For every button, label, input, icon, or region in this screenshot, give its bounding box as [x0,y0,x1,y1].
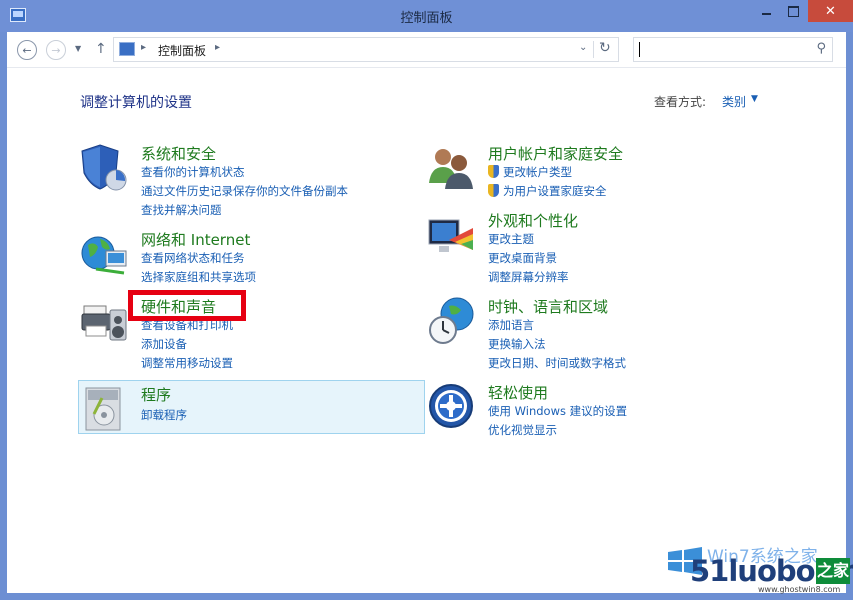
link-label[interactable]: 更改帐户类型 [503,165,572,179]
forward-button[interactable]: → [46,40,66,60]
link-screen-resolution[interactable]: 调整屏幕分辨率 [488,269,569,285]
address-divider [593,41,594,58]
watermark-url: www.ghostwin8.com [758,585,841,594]
shield-icon [81,144,127,191]
window-title: 控制面板 [400,11,453,26]
clock-globe-icon [429,297,474,344]
category-title[interactable]: 程序 [141,384,171,405]
category-appearance[interactable]: 外观和个性化 更改主题 更改桌面背景 调整屏幕分辨率 [427,210,767,285]
title-bar: 控制面板 ✕ [0,0,853,32]
up-button[interactable]: ↑ [95,41,107,57]
category-title[interactable]: 轻松使用 [488,382,548,403]
category-title[interactable]: 外观和个性化 [488,210,578,231]
text-caret [639,42,640,57]
category-hardware-sound[interactable]: 硬件和声音 查看设备和打印机 添加设备 调整常用移动设置 [80,296,420,371]
category-title[interactable]: 用户帐户和家庭安全 [488,143,623,164]
link-windows-recommended[interactable]: 使用 Windows 建议的设置 [488,403,627,419]
breadcrumb-control-panel[interactable]: 控制面板 [158,42,206,59]
link-network-status[interactable]: 查看网络状态和任务 [141,250,245,266]
search-input[interactable]: ⚲ [633,37,833,62]
category-title[interactable]: 时钟、语言和区域 [488,296,608,317]
link-add-device[interactable]: 添加设备 [141,336,187,352]
link-file-history[interactable]: 通过文件历史记录保存你的文件备份副本 [141,183,348,199]
link-uninstall-program[interactable]: 卸载程序 [141,407,187,423]
watermark-zhijia: 之家 [816,558,850,584]
link-desktop-background[interactable]: 更改桌面背景 [488,250,557,266]
category-user-accounts[interactable]: 用户帐户和家庭安全 更改帐户类型 为用户设置家庭安全 [427,143,767,198]
link-add-language[interactable]: 添加语言 [488,317,534,333]
link-mobility-settings[interactable]: 调整常用移动设置 [141,355,233,371]
link-change-account-type[interactable]: 更改帐户类型 [488,164,572,180]
printer-speaker-icon [81,305,127,341]
category-clock-language[interactable]: 时钟、语言和区域 添加语言 更换输入法 更改日期、时间或数字格式 [427,296,767,371]
category-title[interactable]: 系统和安全 [141,143,216,164]
close-button[interactable]: ✕ [808,0,853,22]
link-change-theme[interactable]: 更改主题 [488,231,534,247]
link-homegroup[interactable]: 选择家庭组和共享选项 [141,269,256,285]
link-change-input-method[interactable]: 更换输入法 [488,336,546,352]
link-view-computer-status[interactable]: 查看你的计算机状态 [141,164,245,180]
uac-shield-icon [488,165,499,178]
address-box[interactable]: ▸ 控制面板 ▸ ⌄ ↻ [113,37,619,62]
control-panel-location-icon [119,42,135,56]
view-by-label: 查看方式: [654,95,707,109]
address-dropdown-icon[interactable]: ⌄ [579,42,587,53]
category-network[interactable]: 网络和 Internet 查看网络状态和任务 选择家庭组和共享选项 [80,229,420,284]
link-optimize-display[interactable]: 优化视觉显示 [488,422,557,438]
category-title[interactable]: 硬件和声音 [141,296,216,317]
link-date-time-format[interactable]: 更改日期、时间或数字格式 [488,355,626,371]
category-system-security[interactable]: 系统和安全 查看你的计算机状态 通过文件历史记录保存你的文件备份副本 查找并解决… [80,143,420,218]
display-palette-icon [428,219,473,252]
users-icon [429,149,473,189]
network-globe-icon [81,236,127,275]
breadcrumb-separator-2[interactable]: ▸ [215,42,220,53]
link-label[interactable]: 为用户设置家庭安全 [503,184,607,198]
link-family-safety[interactable]: 为用户设置家庭安全 [488,183,607,199]
programs-box-icon [85,387,121,431]
category-title[interactable]: 网络和 Internet [141,229,250,250]
refresh-icon[interactable]: ↻ [599,40,611,56]
address-bar: ← → ▼ ↑ ▸ 控制面板 ▸ ⌄ ↻ ⚲ [7,32,846,68]
view-by-dropdown[interactable]: 类别 [722,93,746,110]
link-troubleshoot[interactable]: 查找并解决问题 [141,202,222,218]
category-programs[interactable]: 程序 卸载程序 [80,384,420,431]
link-devices-printers[interactable]: 查看设备和打印机 [141,317,233,333]
ease-of-access-icon [429,384,473,428]
search-icon[interactable]: ⚲ [816,41,826,56]
category-ease-of-access[interactable]: 轻松使用 使用 Windows 建议的设置 优化视觉显示 [427,382,767,437]
window-client: ← → ▼ ↑ ▸ 控制面板 ▸ ⌄ ↻ ⚲ 调整计算机的设置 查看方式: 类别… [7,32,853,594]
breadcrumb-separator[interactable]: ▸ [141,42,146,53]
back-button[interactable]: ← [17,40,37,60]
minimize-button[interactable] [753,0,780,22]
uac-shield-icon [488,184,499,197]
recent-locations-icon[interactable]: ▼ [75,44,81,53]
chevron-down-icon[interactable]: ▼ [751,94,758,104]
page-title: 调整计算机的设置 [80,95,192,111]
maximize-button[interactable] [780,0,807,22]
